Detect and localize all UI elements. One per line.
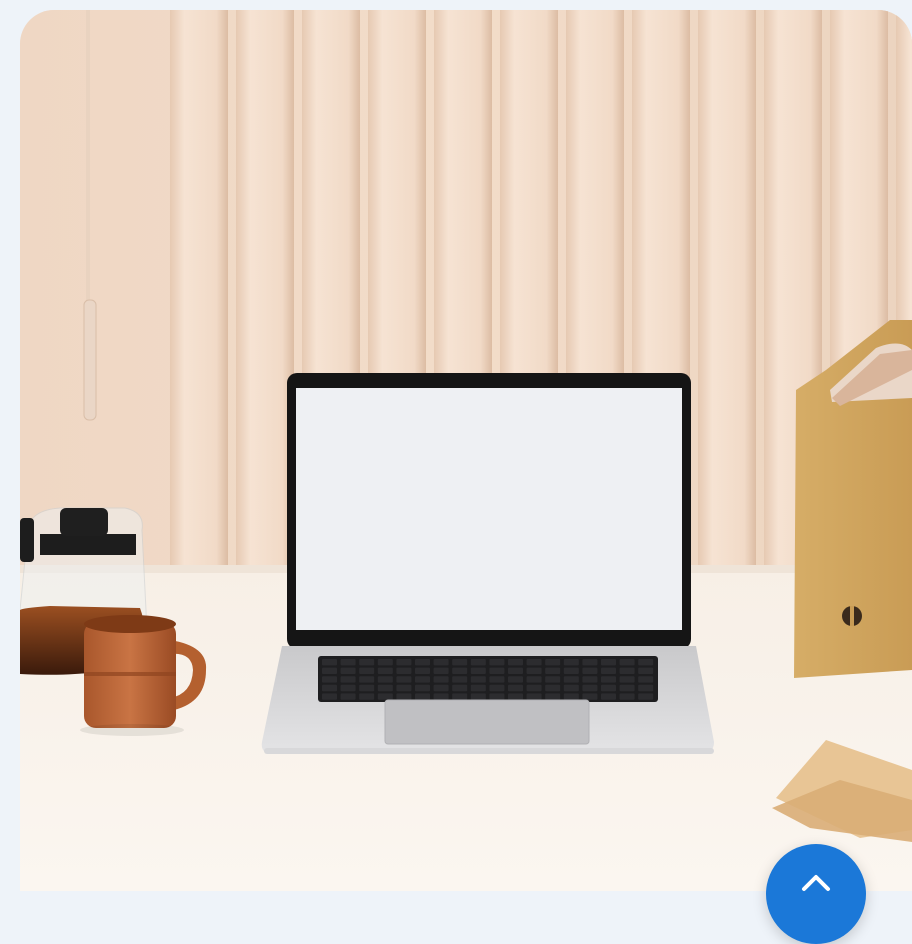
laptop xyxy=(261,373,714,754)
hero-image xyxy=(20,10,912,891)
scroll-to-top-button[interactable] xyxy=(766,844,866,944)
workspace-photo xyxy=(20,10,912,891)
